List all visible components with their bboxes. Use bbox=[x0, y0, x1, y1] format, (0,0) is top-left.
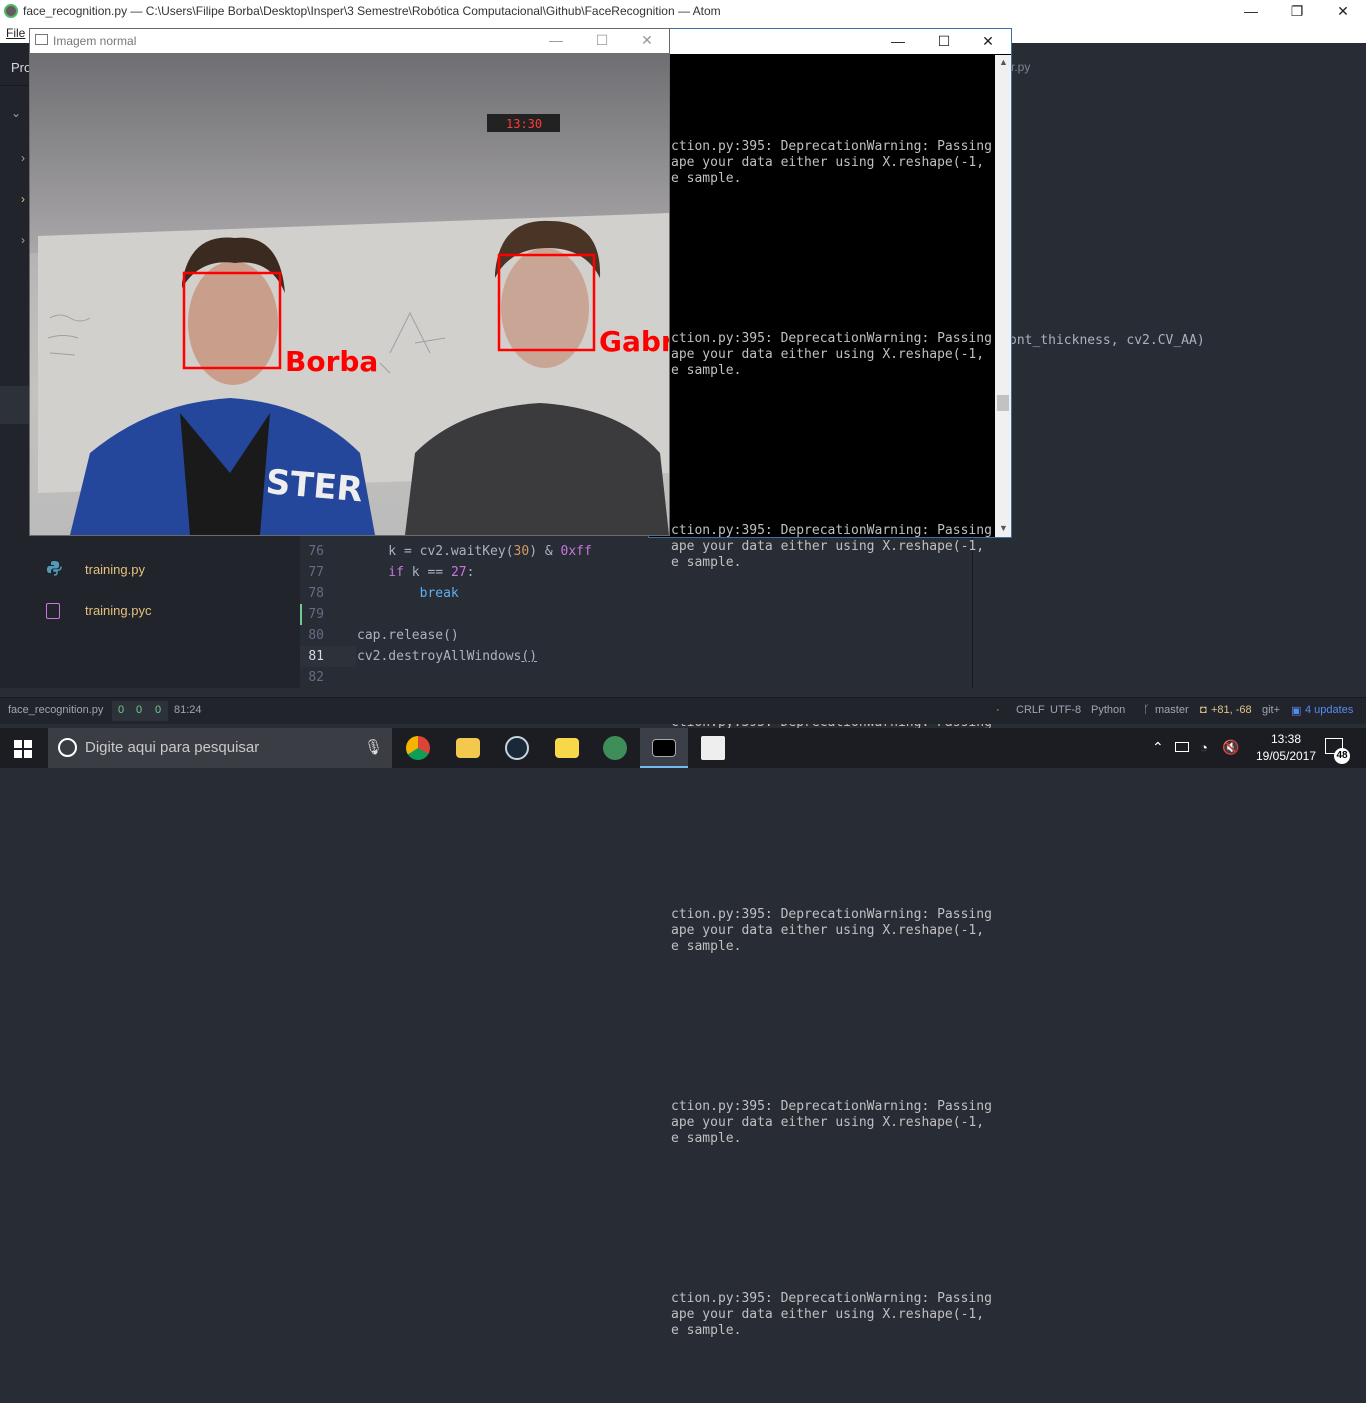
line-number: 82 bbox=[308, 670, 324, 685]
lint-warnings[interactable]: 0 bbox=[136, 704, 142, 716]
clock-time[interactable]: 13:38 bbox=[1262, 732, 1310, 746]
cortana-icon bbox=[58, 738, 77, 757]
menu-file[interactable]: File bbox=[6, 26, 25, 40]
warning-block: ction.py:395: DeprecationWarning: Passin… bbox=[671, 139, 992, 186]
warning-block: ction.py:395: DeprecationWarning: Passin… bbox=[671, 523, 992, 570]
tree-file-training-pyc[interactable]: training.pyc bbox=[85, 603, 151, 618]
code-line: cap.release() bbox=[357, 628, 459, 643]
taskbar-search[interactable]: Digite aqui para pesquisar 🎙 bbox=[48, 728, 392, 768]
window-title: face_recognition.py — C:\Users\Filipe Bo… bbox=[23, 4, 721, 18]
right-editor-pane: r.py ont_thickness, cv2.CV_AA) bbox=[972, 43, 1366, 688]
notification-badge: 48 bbox=[1334, 748, 1350, 764]
code-line: ont_thickness, cv2.CV_AA) bbox=[1009, 333, 1205, 348]
atom-logo-icon bbox=[4, 4, 18, 18]
encoding[interactable]: UTF-8 bbox=[1050, 704, 1081, 716]
tree-file-training-py[interactable]: training.py bbox=[85, 562, 145, 577]
selected-row bbox=[0, 386, 30, 424]
grammar[interactable]: Python bbox=[1091, 704, 1125, 716]
warning-block: ction.py:395: DeprecationWarning: Passin… bbox=[671, 331, 992, 378]
windows-taskbar: Digite aqui para pesquisar 🎙 ⌃ ◔ 🔇 13:38… bbox=[0, 728, 1366, 768]
chrome-icon[interactable] bbox=[406, 736, 430, 760]
file-explorer-icon[interactable] bbox=[456, 738, 480, 758]
sticky-notes-icon[interactable] bbox=[555, 738, 579, 758]
console-title-bar: — ☐ ✕ bbox=[649, 29, 1011, 54]
line-number: 80 bbox=[308, 628, 324, 643]
scrollbar-thumb[interactable] bbox=[997, 395, 1009, 411]
image-window[interactable]: Imagem normal — ☐ ✕ 13:30 STER Borba Gab… bbox=[29, 28, 670, 536]
steam-icon[interactable] bbox=[505, 736, 529, 760]
line-number: 79 bbox=[308, 607, 324, 622]
scroll-up-icon[interactable]: ▲ bbox=[999, 57, 1008, 67]
console-scrollbar[interactable]: ▲ ▼ bbox=[995, 55, 1011, 537]
binary-file-icon bbox=[46, 603, 60, 619]
ipython-icon[interactable] bbox=[701, 736, 725, 760]
close-icon[interactable]: ✕ bbox=[624, 29, 670, 52]
close-icon[interactable]: ✕ bbox=[965, 30, 1011, 53]
maximize-icon[interactable]: ☐ bbox=[579, 29, 625, 52]
console-window[interactable]: — ☐ ✕ ction.py:395: DeprecationWarning: … bbox=[648, 28, 1012, 1338]
code-line: break bbox=[357, 586, 459, 601]
code-line: cv2.destroyAllWindows() bbox=[357, 649, 538, 664]
editor-tab[interactable]: r.py bbox=[1011, 60, 1030, 74]
line-number: 77 bbox=[308, 565, 324, 580]
restore-icon[interactable]: ❐ bbox=[1274, 0, 1320, 23]
battery-icon[interactable] bbox=[1175, 742, 1189, 752]
wifi-icon[interactable]: ◔ bbox=[1200, 740, 1208, 755]
warning-block: ction.py:395: DeprecationWarning: Passin… bbox=[671, 1291, 992, 1338]
clock-date[interactable]: 19/05/2017 bbox=[1248, 749, 1324, 763]
git-branch[interactable]: master bbox=[1155, 704, 1189, 716]
lint-info[interactable]: 0 bbox=[155, 704, 161, 716]
git-branch-icon: ᚴ bbox=[1143, 704, 1150, 716]
atom-title-bar: face_recognition.py — C:\Users\Filipe Bo… bbox=[0, 0, 1366, 23]
status-bar: face_recognition.py 0 0 0 81:24 · CRLF U… bbox=[0, 697, 1366, 724]
image-window-title-bar: Imagem normal — ☐ ✕ bbox=[30, 29, 669, 53]
line-number: 76 bbox=[308, 544, 324, 559]
microphone-icon[interactable]: 🎙 bbox=[364, 738, 383, 756]
image-window-title: Imagem normal bbox=[53, 34, 137, 48]
warning-block: ction.py:395: DeprecationWarning: Passin… bbox=[671, 907, 992, 954]
code-line: if k == 27: bbox=[357, 565, 475, 580]
git-plus[interactable]: git+ bbox=[1262, 704, 1280, 716]
chevron-right-icon[interactable]: › bbox=[21, 192, 25, 206]
git-diff[interactable]: +81, -68 bbox=[1211, 704, 1252, 716]
person-left-face bbox=[188, 261, 278, 385]
command-prompt-icon[interactable] bbox=[652, 739, 676, 757]
line-number: 78 bbox=[308, 586, 324, 601]
chevron-up-icon[interactable]: ⌃ bbox=[1152, 739, 1164, 756]
camera-frame: 13:30 STER Borba Gabr bbox=[30, 53, 669, 535]
status-file-name[interactable]: face_recognition.py bbox=[8, 704, 103, 716]
windows-start-icon[interactable] bbox=[14, 740, 32, 763]
warning-block: ction.py:395: DeprecationWarning: Passin… bbox=[671, 1099, 992, 1146]
search-placeholder: Digite aqui para pesquisar bbox=[85, 739, 260, 756]
minimize-icon[interactable]: — bbox=[875, 30, 921, 53]
python-icon bbox=[46, 560, 62, 576]
lint-errors[interactable]: 0 bbox=[118, 704, 124, 716]
maximize-icon[interactable]: ☐ bbox=[921, 30, 967, 53]
face-label-gabr: Gabr bbox=[599, 325, 669, 358]
cursor-position[interactable]: 81:24 bbox=[174, 704, 202, 716]
code-line: k = cv2.waitKey(30) & 0xff bbox=[357, 544, 592, 559]
line-ending[interactable]: CRLF bbox=[1016, 704, 1045, 716]
scroll-down-icon[interactable]: ▼ bbox=[999, 523, 1008, 533]
face-label-borba: Borba bbox=[285, 345, 378, 378]
camera-scene: 13:30 STER Borba Gabr bbox=[30, 53, 669, 535]
clock-display: 13:30 bbox=[506, 117, 542, 131]
window-icon bbox=[35, 34, 48, 45]
package-icon: ▣ bbox=[1291, 705, 1302, 717]
line-number: 81 bbox=[308, 649, 324, 664]
minimize-icon[interactable]: — bbox=[1228, 0, 1274, 23]
minimize-icon[interactable]: — bbox=[533, 29, 579, 52]
divider bbox=[0, 85, 30, 86]
volume-muted-icon[interactable]: 🔇 bbox=[1222, 739, 1239, 756]
atom-app-icon[interactable] bbox=[603, 736, 627, 760]
chevron-right-icon[interactable]: › bbox=[21, 151, 25, 165]
svg-text:STER: STER bbox=[264, 462, 364, 510]
chevron-down-icon[interactable]: ⌄ bbox=[11, 106, 21, 120]
git-diff-icon: ◘ bbox=[1200, 704, 1207, 716]
status-dot: · bbox=[996, 704, 1000, 716]
chevron-right-icon[interactable]: › bbox=[21, 233, 25, 247]
updates-link[interactable]: 4 updates bbox=[1305, 704, 1353, 716]
close-icon[interactable]: ✕ bbox=[1320, 0, 1366, 23]
